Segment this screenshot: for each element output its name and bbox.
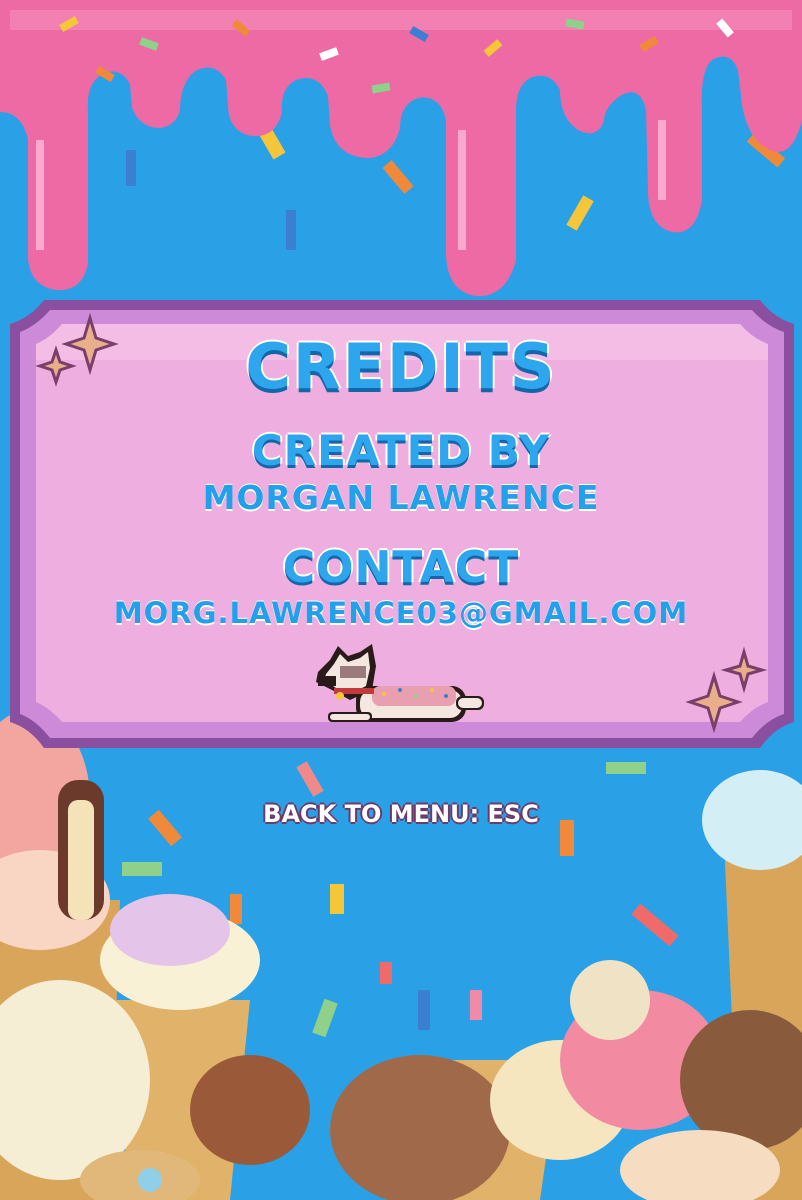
- sprinkle-icon: [126, 150, 136, 186]
- contact-email: MORG.LAWRENCE03@GMAIL.COM: [113, 596, 689, 630]
- scoop: [190, 1055, 310, 1165]
- author-name: MORGAN LAWRENCE: [202, 478, 600, 517]
- scoop: [330, 1055, 510, 1200]
- created-by-label: CREATED BY: [251, 426, 551, 475]
- contact-label: CONTACT: [282, 542, 520, 593]
- back-to-menu-hint[interactable]: BACK TO MENU: ESC: [0, 800, 802, 828]
- sprinkle-icon: [230, 894, 242, 924]
- sprinkle-icon: [470, 990, 482, 1020]
- sprinkle-icon: [418, 990, 430, 1030]
- sprinkle-icon: [122, 862, 162, 876]
- credits-title: CREDITS: [245, 330, 557, 403]
- sprinkle-icon: [330, 884, 344, 914]
- sprinkle-icon: [606, 762, 646, 774]
- scoop: [110, 894, 230, 966]
- sprinkle-icon: [286, 210, 296, 250]
- sprinkle-icon: [380, 962, 392, 984]
- candy: [138, 1168, 162, 1192]
- scoop: [570, 960, 650, 1040]
